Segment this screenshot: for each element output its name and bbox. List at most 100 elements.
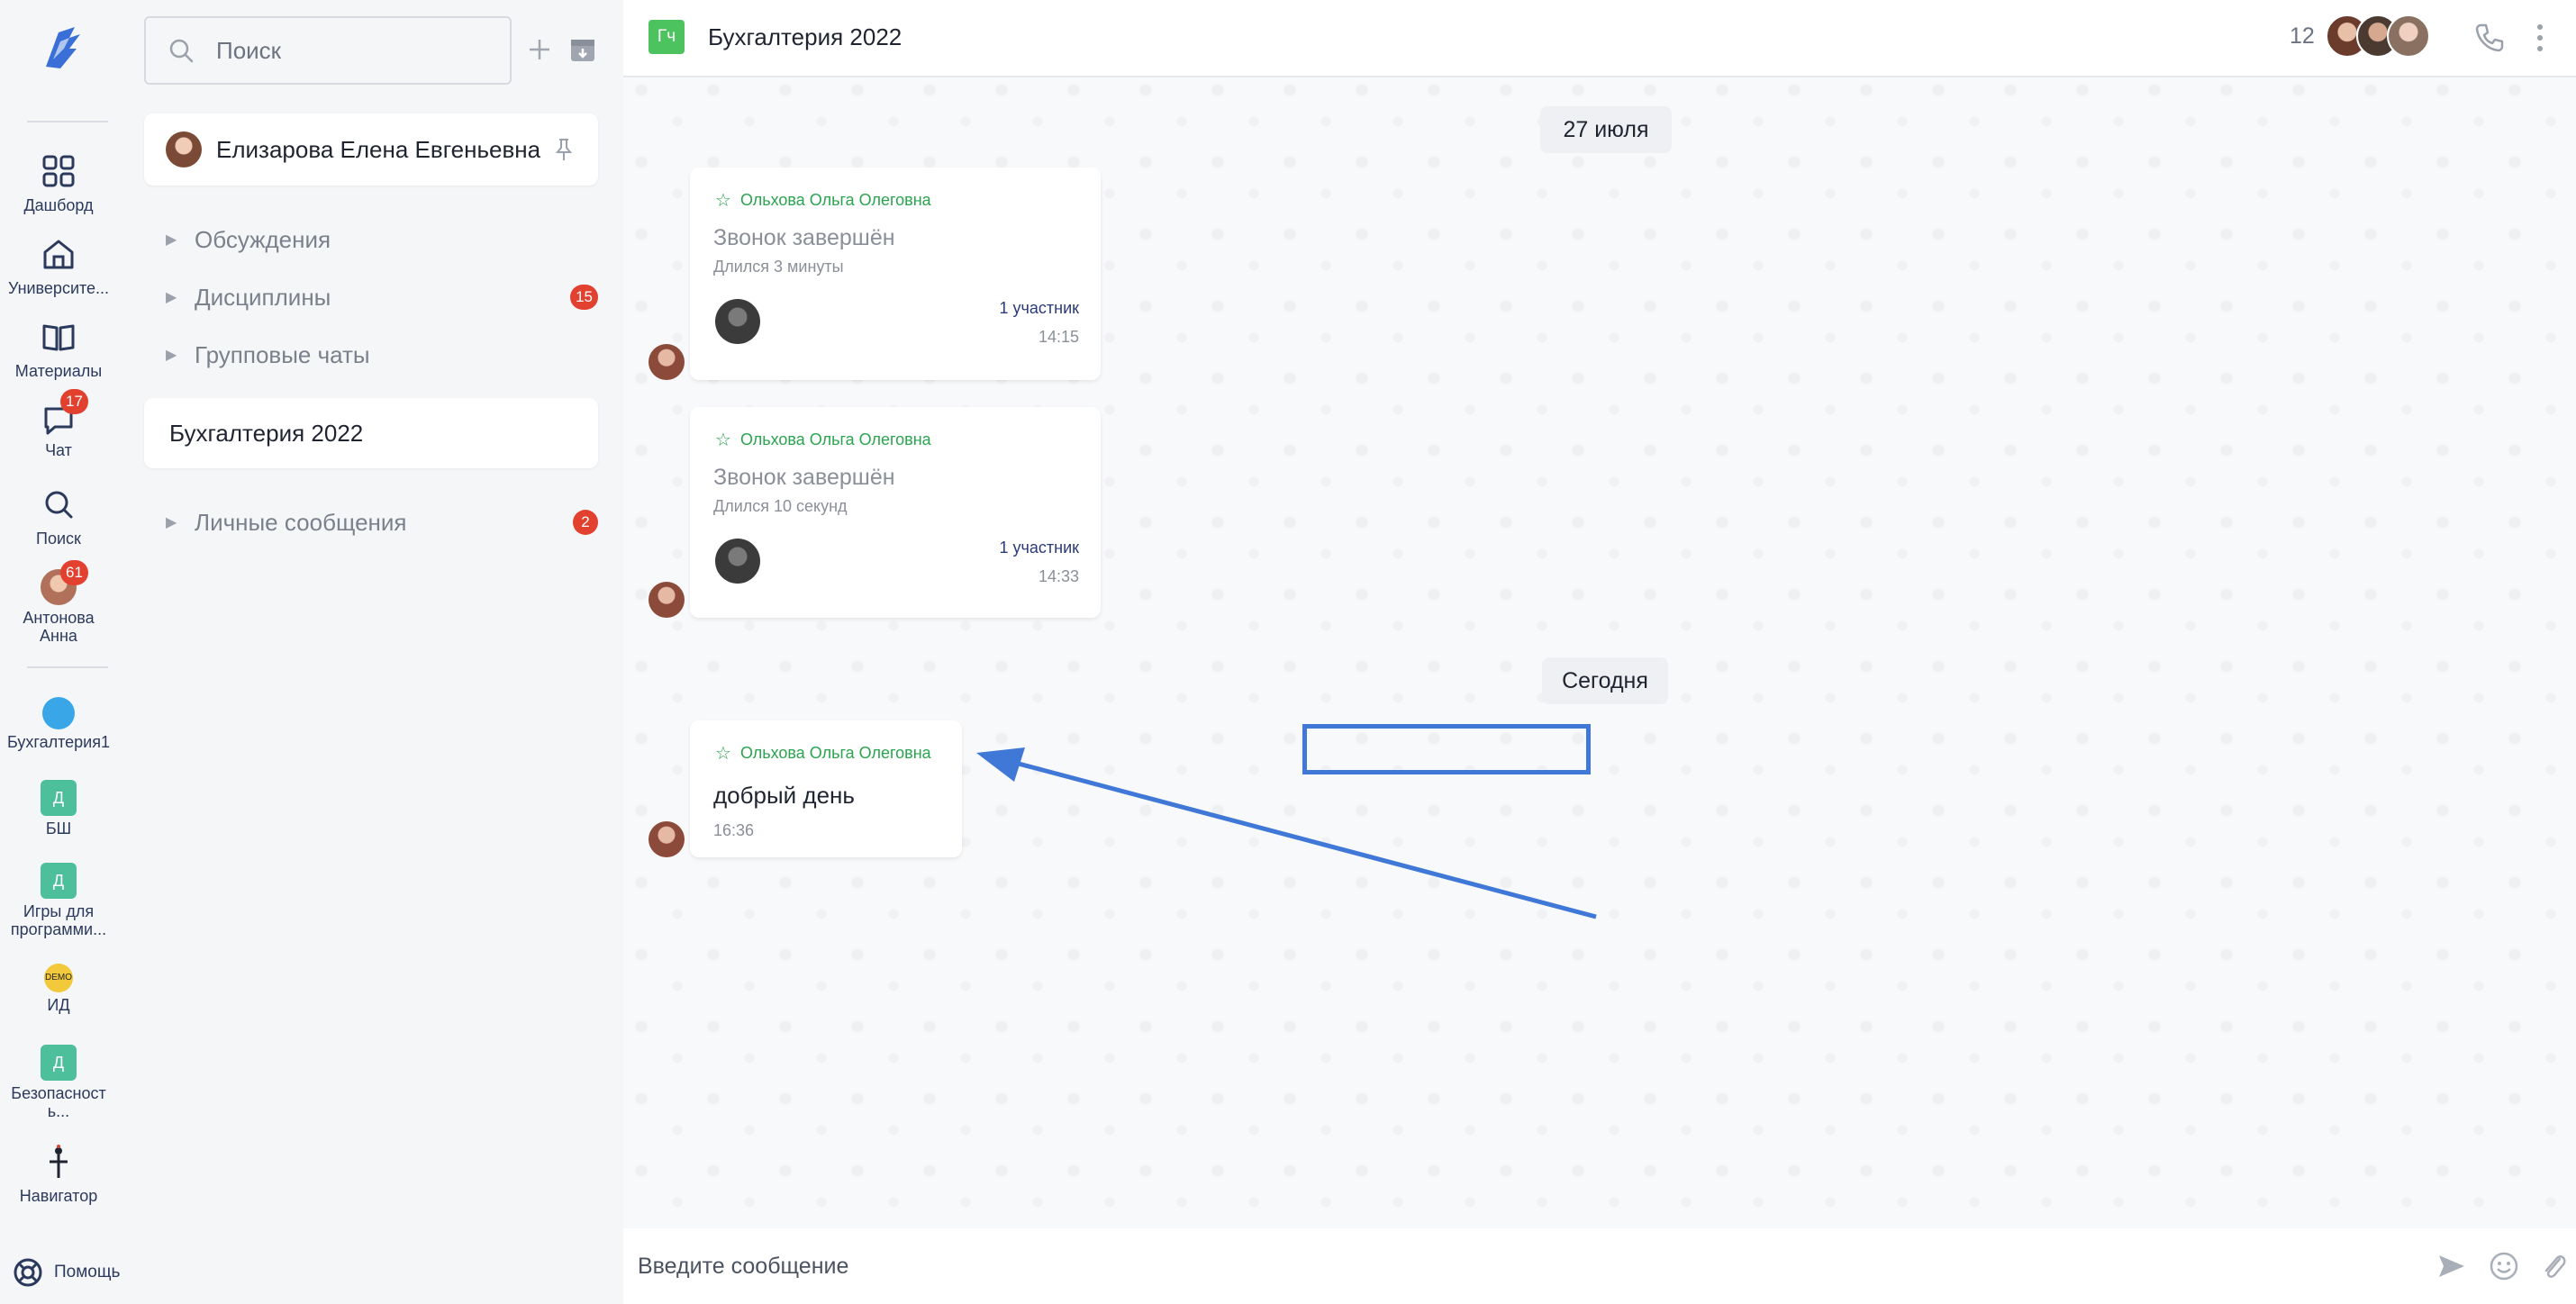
pin-icon[interactable]: [553, 137, 575, 162]
message-time: 14:15: [1038, 328, 1079, 346]
avatar[interactable]: [649, 582, 685, 618]
book-icon: [42, 324, 75, 351]
rail-item-label: Чат: [45, 441, 72, 459]
group-label: Личные сообщения: [195, 508, 407, 536]
home-icon: [43, 240, 74, 269]
space-item-bsh[interactable]: Д БШ: [0, 780, 117, 838]
space-label: Игры для программи...: [10, 902, 107, 938]
avatar: [2387, 14, 2430, 58]
avatar[interactable]: [649, 344, 685, 380]
help-link[interactable]: Помощь: [13, 1257, 120, 1288]
avatar: [715, 299, 760, 344]
message-sender[interactable]: ☆ Ольхова Ольга Олеговна: [715, 742, 931, 765]
group-label: Групповые чаты: [195, 340, 370, 368]
space-item-id[interactable]: DEMO ИД: [0, 964, 117, 1014]
message-sender[interactable]: ☆ Ольхова Ольга Олеговна: [715, 429, 931, 451]
call-participants[interactable]: 1 участник: [999, 299, 1079, 318]
pinned-chat[interactable]: Елизарова Елена Евгеньевна: [144, 113, 598, 186]
chat-sidebar: Елизарова Елена Евгеньевна ▶ Обсуждения …: [121, 0, 623, 1304]
group-label: Обсуждения: [195, 225, 331, 253]
rail-item-label: Материалы: [14, 362, 103, 380]
pinned-chat-name: Елизарова Елена Евгеньевна: [216, 135, 541, 163]
sender-name: Ольхова Ольга Олеговна: [739, 430, 931, 448]
rail-item-label: Антонова Анна: [23, 609, 95, 645]
call-duration: Длился 3 минуты: [713, 258, 844, 276]
app-logo-icon[interactable]: [33, 20, 89, 76]
group-discussions[interactable]: ▶ Обсуждения: [144, 214, 598, 265]
call-duration: Длился 10 секунд: [713, 497, 848, 515]
rail-item-search[interactable]: Поиск: [0, 486, 117, 548]
avatar[interactable]: [649, 821, 685, 857]
text-message[interactable]: ☆ Ольхова Ольга Олеговна добрый день 16:…: [690, 720, 962, 857]
message-time: 16:36: [713, 821, 755, 839]
search-box[interactable]: [144, 16, 512, 85]
attachment-icon[interactable]: [2538, 1248, 2569, 1284]
search-icon: [45, 491, 73, 519]
member-avatars[interactable]: [2326, 14, 2443, 59]
message-input[interactable]: [638, 1248, 2349, 1284]
call-message[interactable]: ☆ Ольхова Ольга Олеговна Звонок завершён…: [690, 168, 1101, 380]
rail-item-materials[interactable]: Материалы: [0, 319, 117, 380]
avatar: [715, 539, 760, 584]
caret-right-icon: ▶: [166, 348, 177, 363]
send-icon[interactable]: [2435, 1250, 2468, 1282]
rail-item-dashboard[interactable]: Дашборд: [0, 153, 117, 214]
group-label: Дисциплины: [195, 283, 331, 311]
profile-avatar-wrap: 61: [41, 560, 88, 605]
space-item-security[interactable]: Д Безопасност ь...: [0, 1045, 117, 1120]
lifebuoy-icon: [14, 1258, 42, 1287]
star-icon: ☆: [715, 744, 731, 764]
chat-unread-badge: 17: [60, 389, 88, 414]
chat-title[interactable]: Бухгалтерия 2022: [708, 23, 902, 51]
space-label: Бухгалтерия1: [7, 733, 110, 751]
rail-item-profile[interactable]: 61 Антонова Анна: [0, 560, 117, 645]
unread-badge: 15: [570, 285, 598, 310]
profile-badge: 61: [60, 560, 88, 585]
space-item-games[interactable]: Д Игры для программи...: [0, 863, 117, 938]
caret-right-icon: ▶: [166, 515, 177, 530]
more-vertical-icon[interactable]: [2535, 22, 2545, 54]
rail-divider: [27, 121, 108, 122]
annotation-highlight-box: [1302, 724, 1591, 774]
rail-divider: [27, 666, 108, 668]
member-count[interactable]: 12: [2290, 23, 2315, 50]
sender-name: Ольхова Ольга Олеговна: [739, 191, 931, 209]
call-participants[interactable]: 1 участник: [999, 539, 1079, 557]
space-tile: Д: [41, 1045, 77, 1081]
help-label: Помощь: [54, 1263, 121, 1281]
archive-icon[interactable]: [567, 34, 598, 65]
avatar: [166, 131, 202, 168]
call-message[interactable]: ☆ Ольхова Ольга Олеговна Звонок завершён…: [690, 407, 1101, 618]
rail-item-label: Университе...: [7, 279, 110, 297]
space-label: БШ: [45, 820, 72, 838]
emoji-icon[interactable]: [2488, 1250, 2520, 1282]
search-input[interactable]: [216, 36, 486, 65]
space-tile-demo: DEMO: [44, 964, 73, 992]
space-label: Навигатор: [19, 1187, 98, 1205]
accounting-space-icon: [42, 697, 75, 729]
space-item-accounting1[interactable]: Бухгалтерия1: [0, 697, 117, 751]
star-icon: ☆: [715, 430, 731, 450]
rail-item-label: Поиск: [36, 530, 81, 548]
date-separator: 27 июля: [1540, 106, 1672, 153]
space-tile: Д: [41, 863, 77, 899]
message-sender[interactable]: ☆ Ольхова Ольга Олеговна: [715, 189, 931, 212]
rail-item-label: Дашборд: [23, 196, 94, 214]
rail-item-university[interactable]: Университе...: [0, 236, 117, 297]
star-icon: ☆: [715, 191, 731, 211]
phone-icon[interactable]: [2473, 22, 2506, 54]
chat-panel: Гч Бухгалтерия 2022 12 27 июля ☆ Ольхова…: [623, 0, 2576, 1304]
search-icon: [169, 39, 194, 63]
chat-icon-wrap: 17: [41, 389, 88, 438]
chat-item-active[interactable]: Бухгалтерия 2022: [144, 398, 598, 468]
group-group-chats[interactable]: ▶ Групповые чаты: [144, 330, 598, 380]
group-disciplines[interactable]: ▶ Дисциплины 15: [144, 272, 598, 322]
chat-header: Гч Бухгалтерия 2022 12: [623, 0, 2576, 77]
call-title: Звонок завершён: [713, 465, 895, 490]
add-chat-icon[interactable]: [524, 34, 555, 65]
rail-item-chat[interactable]: 17 Чат: [0, 389, 117, 459]
message-time: 14:33: [1038, 567, 1079, 585]
caret-right-icon: ▶: [166, 232, 177, 248]
group-personal-messages[interactable]: ▶ Личные сообщения 2: [144, 497, 598, 548]
space-item-navigator[interactable]: Навигатор: [0, 1144, 117, 1205]
